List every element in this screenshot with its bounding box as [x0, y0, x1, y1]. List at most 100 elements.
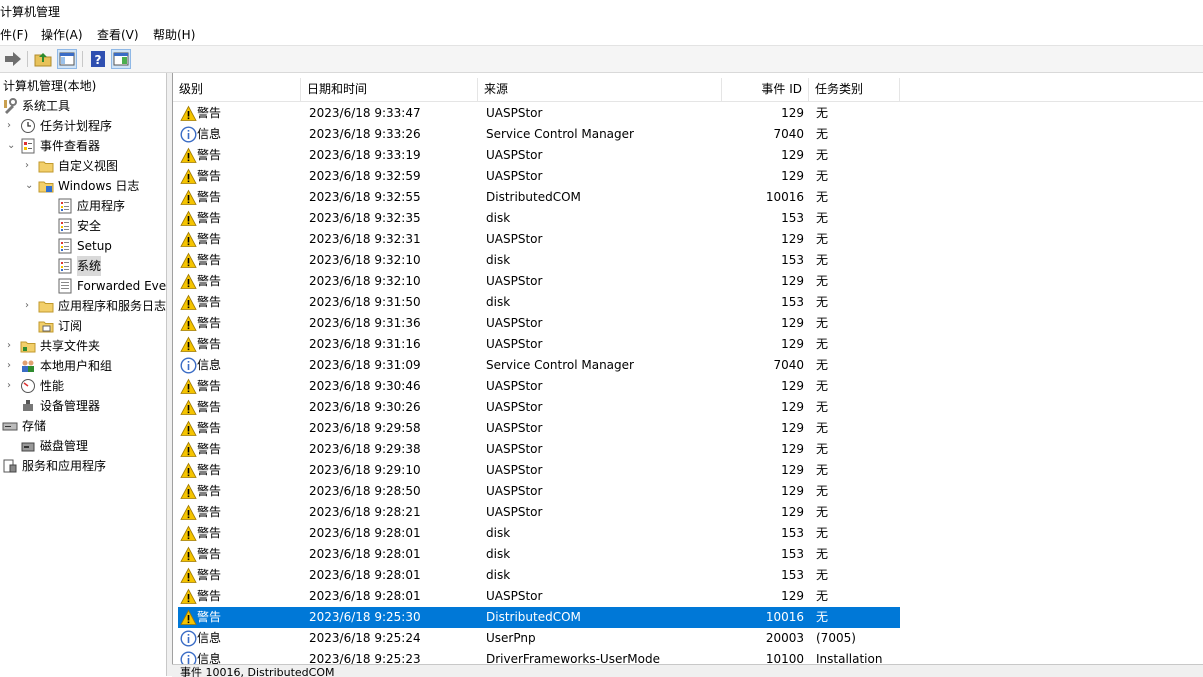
chevron-right-icon[interactable]: ›: [25, 161, 35, 171]
tree-item[interactable]: › 任务计划程序: [0, 116, 166, 136]
tree-item[interactable]: › 性能: [0, 376, 166, 396]
event-row[interactable]: 警告 2023/6/18 9:32:31 UASPStor 129 无: [178, 229, 900, 250]
event-row[interactable]: 警告 2023/6/18 9:30:26 UASPStor 129 无: [178, 397, 900, 418]
up-folder-icon[interactable]: [33, 49, 53, 69]
event-row[interactable]: 信息 2023/6/18 9:25:24 UserPnp 20003 (7005): [178, 628, 900, 649]
toolbar: ?: [0, 45, 1203, 73]
chevron-down-icon[interactable]: ⌄: [25, 181, 35, 191]
event-row[interactable]: 警告 2023/6/18 9:28:01 disk 153 无: [178, 544, 900, 565]
chevron-right-icon[interactable]: ›: [7, 341, 17, 351]
event-source: Service Control Manager: [486, 127, 634, 141]
tree-item[interactable]: 系统: [0, 256, 166, 276]
forward-arrow-icon[interactable]: [3, 49, 23, 69]
event-level: 警告: [197, 274, 222, 288]
tree-item[interactable]: 计算机管理(本地): [0, 76, 166, 96]
chevron-right-icon[interactable]: ›: [7, 121, 17, 131]
event-row[interactable]: 信息 2023/6/18 9:31:09 Service Control Manag…: [178, 355, 900, 376]
event-row[interactable]: 警告 2023/6/18 9:28:01 UASPStor 129 无: [178, 586, 900, 607]
event-source: UASPStor: [486, 505, 543, 519]
tree-item[interactable]: 存储: [0, 416, 166, 436]
warning-icon: [180, 441, 197, 458]
event-id: 129: [781, 274, 804, 288]
event-row[interactable]: 警告 2023/6/18 9:29:38 UASPStor 129 无: [178, 439, 900, 460]
event-task-category: 无: [816, 379, 829, 393]
event-row[interactable]: 警告 2023/6/18 9:30:46 UASPStor 129 无: [178, 376, 900, 397]
column-task-category[interactable]: 任务类别: [809, 78, 900, 101]
tree-item-label: Setup: [77, 239, 112, 253]
event-datetime: 2023/6/18 9:31:36: [309, 316, 421, 330]
event-id: 129: [781, 379, 804, 393]
event-row[interactable]: 警告 2023/6/18 9:28:01 disk 153 无: [178, 565, 900, 586]
warning-icon: [180, 525, 197, 542]
warning-icon: [180, 567, 197, 584]
event-id: 129: [781, 148, 804, 162]
tree-item[interactable]: 设备管理器: [0, 396, 166, 416]
event-source: UASPStor: [486, 274, 543, 288]
menu-file[interactable]: 件(F): [0, 26, 28, 43]
event-row[interactable]: 警告 2023/6/18 9:29:10 UASPStor 129 无: [178, 460, 900, 481]
disk-management-icon: [20, 438, 36, 454]
event-row[interactable]: 警告 2023/6/18 9:28:21 UASPStor 129 无: [178, 502, 900, 523]
tree-item[interactable]: › 本地用户和组: [0, 356, 166, 376]
event-row[interactable]: 警告 2023/6/18 9:28:01 disk 153 无: [178, 523, 900, 544]
event-id: 10016: [765, 190, 804, 204]
event-row[interactable]: 警告 2023/6/18 9:25:30 DistributedCOM 10016 无: [178, 607, 900, 628]
help-icon[interactable]: ?: [88, 49, 108, 69]
menu-view[interactable]: 查看(V): [97, 26, 139, 43]
chevron-right-icon[interactable]: ›: [25, 301, 35, 311]
event-datetime: 2023/6/18 9:33:47: [309, 106, 421, 120]
tree-item[interactable]: 安全: [0, 216, 166, 236]
event-level: 警告: [197, 568, 222, 582]
event-task-category: 无: [816, 295, 829, 309]
column-level[interactable]: 级别: [173, 78, 301, 101]
event-row[interactable]: 警告 2023/6/18 9:32:59 UASPStor 129 无: [178, 166, 900, 187]
tree-item[interactable]: 磁盘管理: [0, 436, 166, 456]
event-task-category: 无: [816, 421, 829, 435]
tree-item[interactable]: Setup: [0, 236, 166, 256]
event-row[interactable]: 警告 2023/6/18 9:28:50 UASPStor 129 无: [178, 481, 900, 502]
tree-item[interactable]: › 自定义视图: [0, 156, 166, 176]
log-icon: [57, 218, 73, 234]
event-level: 警告: [197, 379, 222, 393]
menu-action[interactable]: 操作(A): [41, 26, 83, 43]
column-datetime[interactable]: 日期和时间: [301, 78, 478, 101]
tree-item[interactable]: ⌄ 事件查看器: [0, 136, 166, 156]
chevron-down-icon[interactable]: ⌄: [7, 141, 17, 151]
warning-icon: [180, 504, 197, 521]
event-details-pane: 事件 10016, DistributedCOM: [172, 664, 1203, 677]
event-row[interactable]: 警告 2023/6/18 9:33:19 UASPStor 129 无: [178, 145, 900, 166]
event-row[interactable]: 警告 2023/6/18 9:29:58 UASPStor 129 无: [178, 418, 900, 439]
event-row[interactable]: 警告 2023/6/18 9:32:10 UASPStor 129 无: [178, 271, 900, 292]
event-source: UASPStor: [486, 484, 543, 498]
show-hide-tree-icon[interactable]: [57, 49, 77, 69]
event-row[interactable]: 警告 2023/6/18 9:32:35 disk 153 无: [178, 208, 900, 229]
event-row[interactable]: 警告 2023/6/18 9:31:50 disk 153 无: [178, 292, 900, 313]
menu-help[interactable]: 帮助(H): [153, 26, 195, 43]
event-row[interactable]: 信息 2023/6/18 9:33:26 Service Control Manag…: [178, 124, 900, 145]
chevron-right-icon[interactable]: ›: [7, 381, 17, 391]
properties-icon[interactable]: [111, 49, 131, 69]
event-row[interactable]: 警告 2023/6/18 9:32:55 DistributedCOM 10016 无: [178, 187, 900, 208]
warning-icon: [180, 336, 197, 353]
event-row[interactable]: 警告 2023/6/18 9:31:16 UASPStor 129 无: [178, 334, 900, 355]
tree-item[interactable]: Forwarded Eve: [0, 276, 166, 296]
event-row[interactable]: 警告 2023/6/18 9:32:10 disk 153 无: [178, 250, 900, 271]
tree-item[interactable]: ⌄ Windows 日志: [0, 176, 166, 196]
clock-icon: [20, 118, 36, 134]
console-tree: 计算机管理(本地) 系统工具 › 任务计划程序 ⌄ 事件查看器 › 自定义视图 ⌄ Windows…: [0, 73, 167, 676]
event-source: disk: [486, 526, 511, 540]
event-id: 129: [781, 400, 804, 414]
tree-item[interactable]: 服务和应用程序: [0, 456, 166, 476]
event-task-category: 无: [816, 505, 829, 519]
tree-item[interactable]: › 应用程序和服务日志: [0, 296, 166, 316]
chevron-right-icon[interactable]: ›: [7, 361, 17, 371]
column-source[interactable]: 来源: [478, 78, 722, 101]
event-row[interactable]: 警告 2023/6/18 9:33:47 UASPStor 129 无: [178, 103, 900, 124]
tree-item[interactable]: › 共享文件夹: [0, 336, 166, 356]
warning-icon: [180, 168, 197, 185]
tree-item[interactable]: 订阅: [0, 316, 166, 336]
tree-item[interactable]: 系统工具: [0, 96, 166, 116]
event-row[interactable]: 警告 2023/6/18 9:31:36 UASPStor 129 无: [178, 313, 900, 334]
tree-item[interactable]: 应用程序: [0, 196, 166, 216]
column-event-id[interactable]: 事件 ID: [722, 78, 809, 101]
